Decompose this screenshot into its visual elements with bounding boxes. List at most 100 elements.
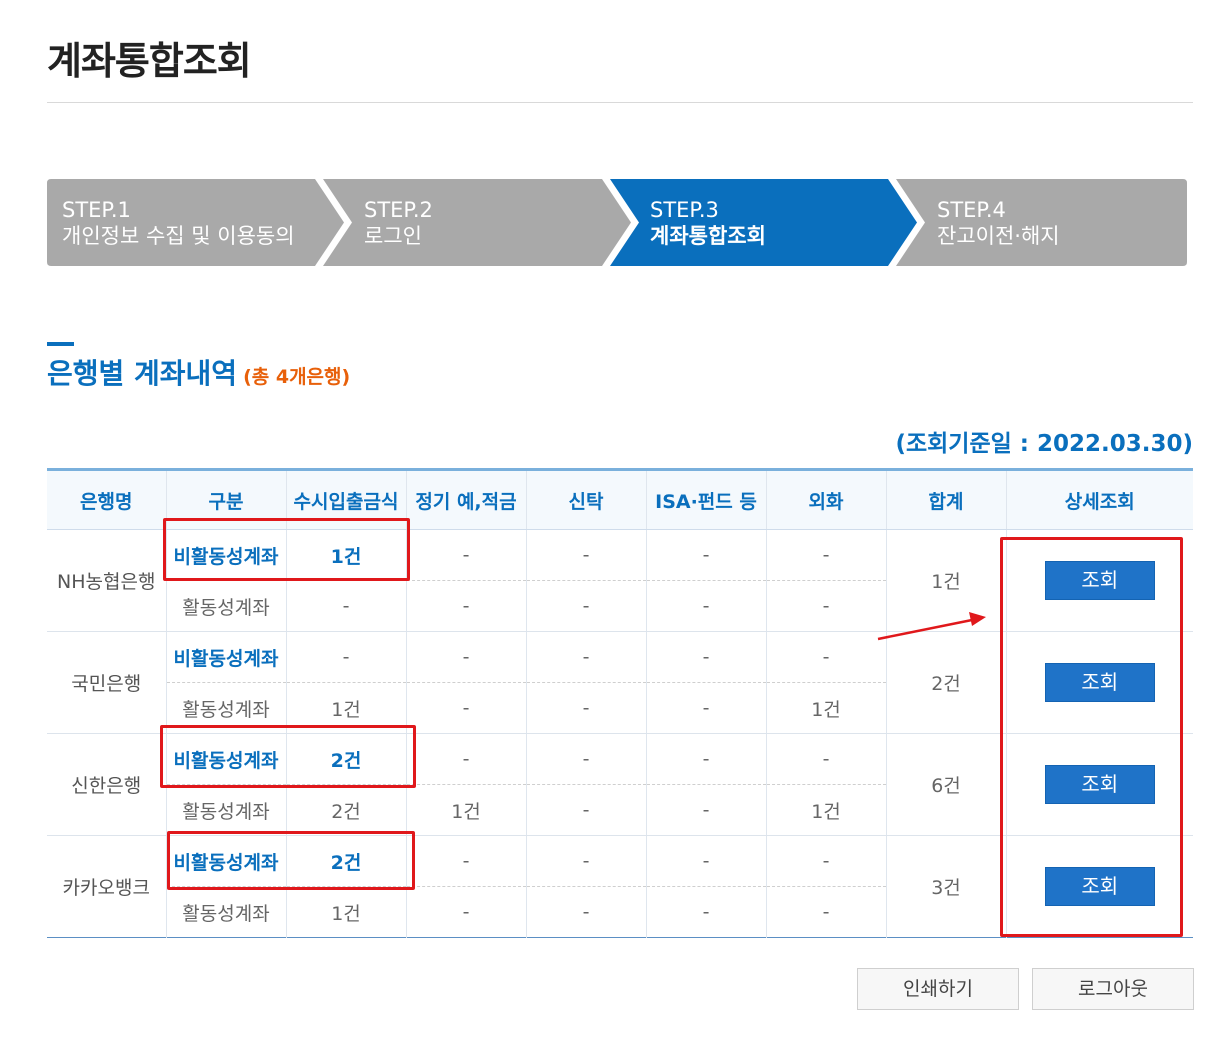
step-1-label: 개인정보 수집 및 이용동의 bbox=[62, 224, 295, 248]
table-header-row: 은행명 구분 수시입출금식 정기 예,적금 신탁 ISA·펀드 등 외화 합계 … bbox=[47, 469, 1193, 530]
cell-term: - bbox=[405, 529, 526, 581]
detail-cell: 조회 bbox=[1005, 835, 1193, 938]
cell-foreign: 1건 bbox=[765, 784, 886, 836]
step-1-number: STEP.1 bbox=[62, 198, 131, 222]
detail-cell: 조회 bbox=[1005, 631, 1193, 734]
account-type: 비활동성계좌 bbox=[165, 733, 286, 785]
bank-name: NH농협은행 bbox=[47, 529, 166, 632]
col-header-isa: ISA·펀드 등 bbox=[645, 469, 766, 530]
col-header-demand: 수시입출금식 bbox=[285, 469, 406, 530]
cell-demand: - bbox=[285, 631, 406, 683]
section-title: 은행별 계좌내역 (총 4개은행) bbox=[47, 352, 350, 392]
table-row: 신한은행 비활동성계좌 2건 - - - - 6건 조회 bbox=[47, 733, 1193, 836]
cell-term: - bbox=[405, 886, 526, 938]
table-row: 카카오뱅크 비활동성계좌 2건 - - - - 3건 조회 bbox=[47, 835, 1193, 938]
cell-total: 3건 bbox=[885, 835, 1006, 938]
view-button-kakao[interactable]: 조회 bbox=[1044, 867, 1155, 906]
view-button-nh[interactable]: 조회 bbox=[1044, 561, 1155, 600]
step-4: STEP.4 잔고이전·해지 bbox=[937, 197, 1060, 249]
cell-isa: - bbox=[645, 580, 766, 632]
cell-total: 2건 bbox=[885, 631, 1006, 734]
table-row: NH농협은행 비활동성계좌 1건 - - - - 1건 조회 bbox=[47, 529, 1193, 632]
account-type: 활동성계좌 bbox=[165, 682, 286, 734]
cell-demand: 2건 bbox=[285, 835, 406, 887]
bank-count: (총 4개은행) bbox=[243, 366, 351, 388]
cell-term: - bbox=[405, 580, 526, 632]
cell-demand: - bbox=[285, 580, 406, 632]
cell-trust: - bbox=[525, 682, 646, 734]
step-2: STEP.2 로그인 bbox=[364, 197, 433, 249]
cell-term: - bbox=[405, 631, 526, 683]
cell-foreign: - bbox=[765, 580, 886, 632]
cell-demand: 2건 bbox=[285, 784, 406, 836]
bank-name: 카카오뱅크 bbox=[62, 877, 150, 899]
section-accent-bar bbox=[47, 342, 74, 346]
cell-trust: - bbox=[525, 733, 646, 785]
cell-demand: 1건 bbox=[285, 529, 406, 581]
bank-name: 국민은행 bbox=[47, 631, 166, 734]
page-title: 계좌통합조회 bbox=[47, 39, 252, 83]
view-button-shinhan[interactable]: 조회 bbox=[1044, 765, 1155, 804]
account-type: 활동성계좌 bbox=[165, 580, 286, 632]
cell-foreign: - bbox=[765, 529, 886, 581]
section-title-text: 은행별 계좌내역 bbox=[47, 357, 238, 390]
step-4-number: STEP.4 bbox=[937, 198, 1006, 222]
cell-trust: - bbox=[525, 784, 646, 836]
view-button-kb[interactable]: 조회 bbox=[1044, 663, 1155, 702]
cell-foreign: - bbox=[765, 733, 886, 785]
cell-isa: - bbox=[645, 733, 766, 785]
col-header-foreign: 외화 bbox=[765, 469, 886, 530]
account-type: 비활동성계좌 bbox=[165, 835, 286, 887]
cell-term: 1건 bbox=[405, 784, 526, 836]
step-indicator: STEP.1 개인정보 수집 및 이용동의 STEP.2 로그인 STEP.3 … bbox=[47, 179, 1187, 266]
cell-foreign: - bbox=[765, 835, 886, 887]
step-2-number: STEP.2 bbox=[364, 198, 433, 222]
cell-foreign: - bbox=[765, 886, 886, 938]
step-3-label: 계좌통합조회 bbox=[650, 224, 766, 248]
col-header-trust: 신탁 bbox=[525, 469, 646, 530]
bank-name: 신한은행 bbox=[47, 733, 166, 836]
cell-isa: - bbox=[645, 682, 766, 734]
cell-demand: 1건 bbox=[285, 682, 406, 734]
cell-demand: 2건 bbox=[285, 733, 406, 785]
cell-term: - bbox=[405, 733, 526, 785]
col-header-type: 구분 bbox=[165, 469, 286, 530]
step-4-label: 잔고이전·해지 bbox=[937, 224, 1060, 248]
table-row: 국민은행 비활동성계좌 - - - - - 2건 조회 bbox=[47, 631, 1193, 734]
account-type: 활동성계좌 bbox=[165, 784, 286, 836]
cell-isa: - bbox=[645, 529, 766, 581]
cell-trust: - bbox=[525, 886, 646, 938]
col-header-total: 합계 bbox=[885, 469, 1006, 530]
cell-foreign: - bbox=[765, 631, 886, 683]
cell-trust: - bbox=[525, 631, 646, 683]
accounts-table: 은행명 구분 수시입출금식 정기 예,적금 신탁 ISA·펀드 등 외화 합계 … bbox=[47, 468, 1193, 938]
as-of-date: (조회기준일 : 2022.03.30) bbox=[895, 431, 1193, 457]
step-1: STEP.1 개인정보 수집 및 이용동의 bbox=[62, 197, 295, 249]
account-type: 비활동성계좌 bbox=[165, 631, 286, 683]
step-3-number: STEP.3 bbox=[650, 198, 719, 222]
cell-trust: - bbox=[525, 529, 646, 581]
cell-trust: - bbox=[525, 835, 646, 887]
step-3: STEP.3 계좌통합조회 bbox=[650, 197, 766, 249]
account-type: 비활동성계좌 bbox=[165, 529, 286, 581]
cell-isa: - bbox=[645, 631, 766, 683]
title-divider bbox=[47, 102, 1193, 103]
account-type: 활동성계좌 bbox=[165, 886, 286, 938]
cell-trust: - bbox=[525, 580, 646, 632]
col-header-bank: 은행명 bbox=[47, 469, 166, 530]
col-header-term: 정기 예,적금 bbox=[405, 469, 526, 530]
cell-term: - bbox=[405, 835, 526, 887]
cell-total: 6건 bbox=[885, 733, 1006, 836]
detail-cell: 조회 bbox=[1005, 733, 1193, 836]
cell-term: - bbox=[405, 682, 526, 734]
cell-total: 1건 bbox=[885, 529, 1006, 632]
detail-cell: 조회 bbox=[1005, 529, 1193, 632]
cell-isa: - bbox=[645, 835, 766, 887]
print-button[interactable]: 인쇄하기 bbox=[857, 968, 1019, 1010]
cell-demand: 1건 bbox=[285, 886, 406, 938]
logout-button[interactable]: 로그아웃 bbox=[1032, 968, 1194, 1010]
cell-isa: - bbox=[645, 784, 766, 836]
cell-foreign: 1건 bbox=[765, 682, 886, 734]
cell-isa: - bbox=[645, 886, 766, 938]
col-header-detail: 상세조회 bbox=[1005, 469, 1193, 530]
